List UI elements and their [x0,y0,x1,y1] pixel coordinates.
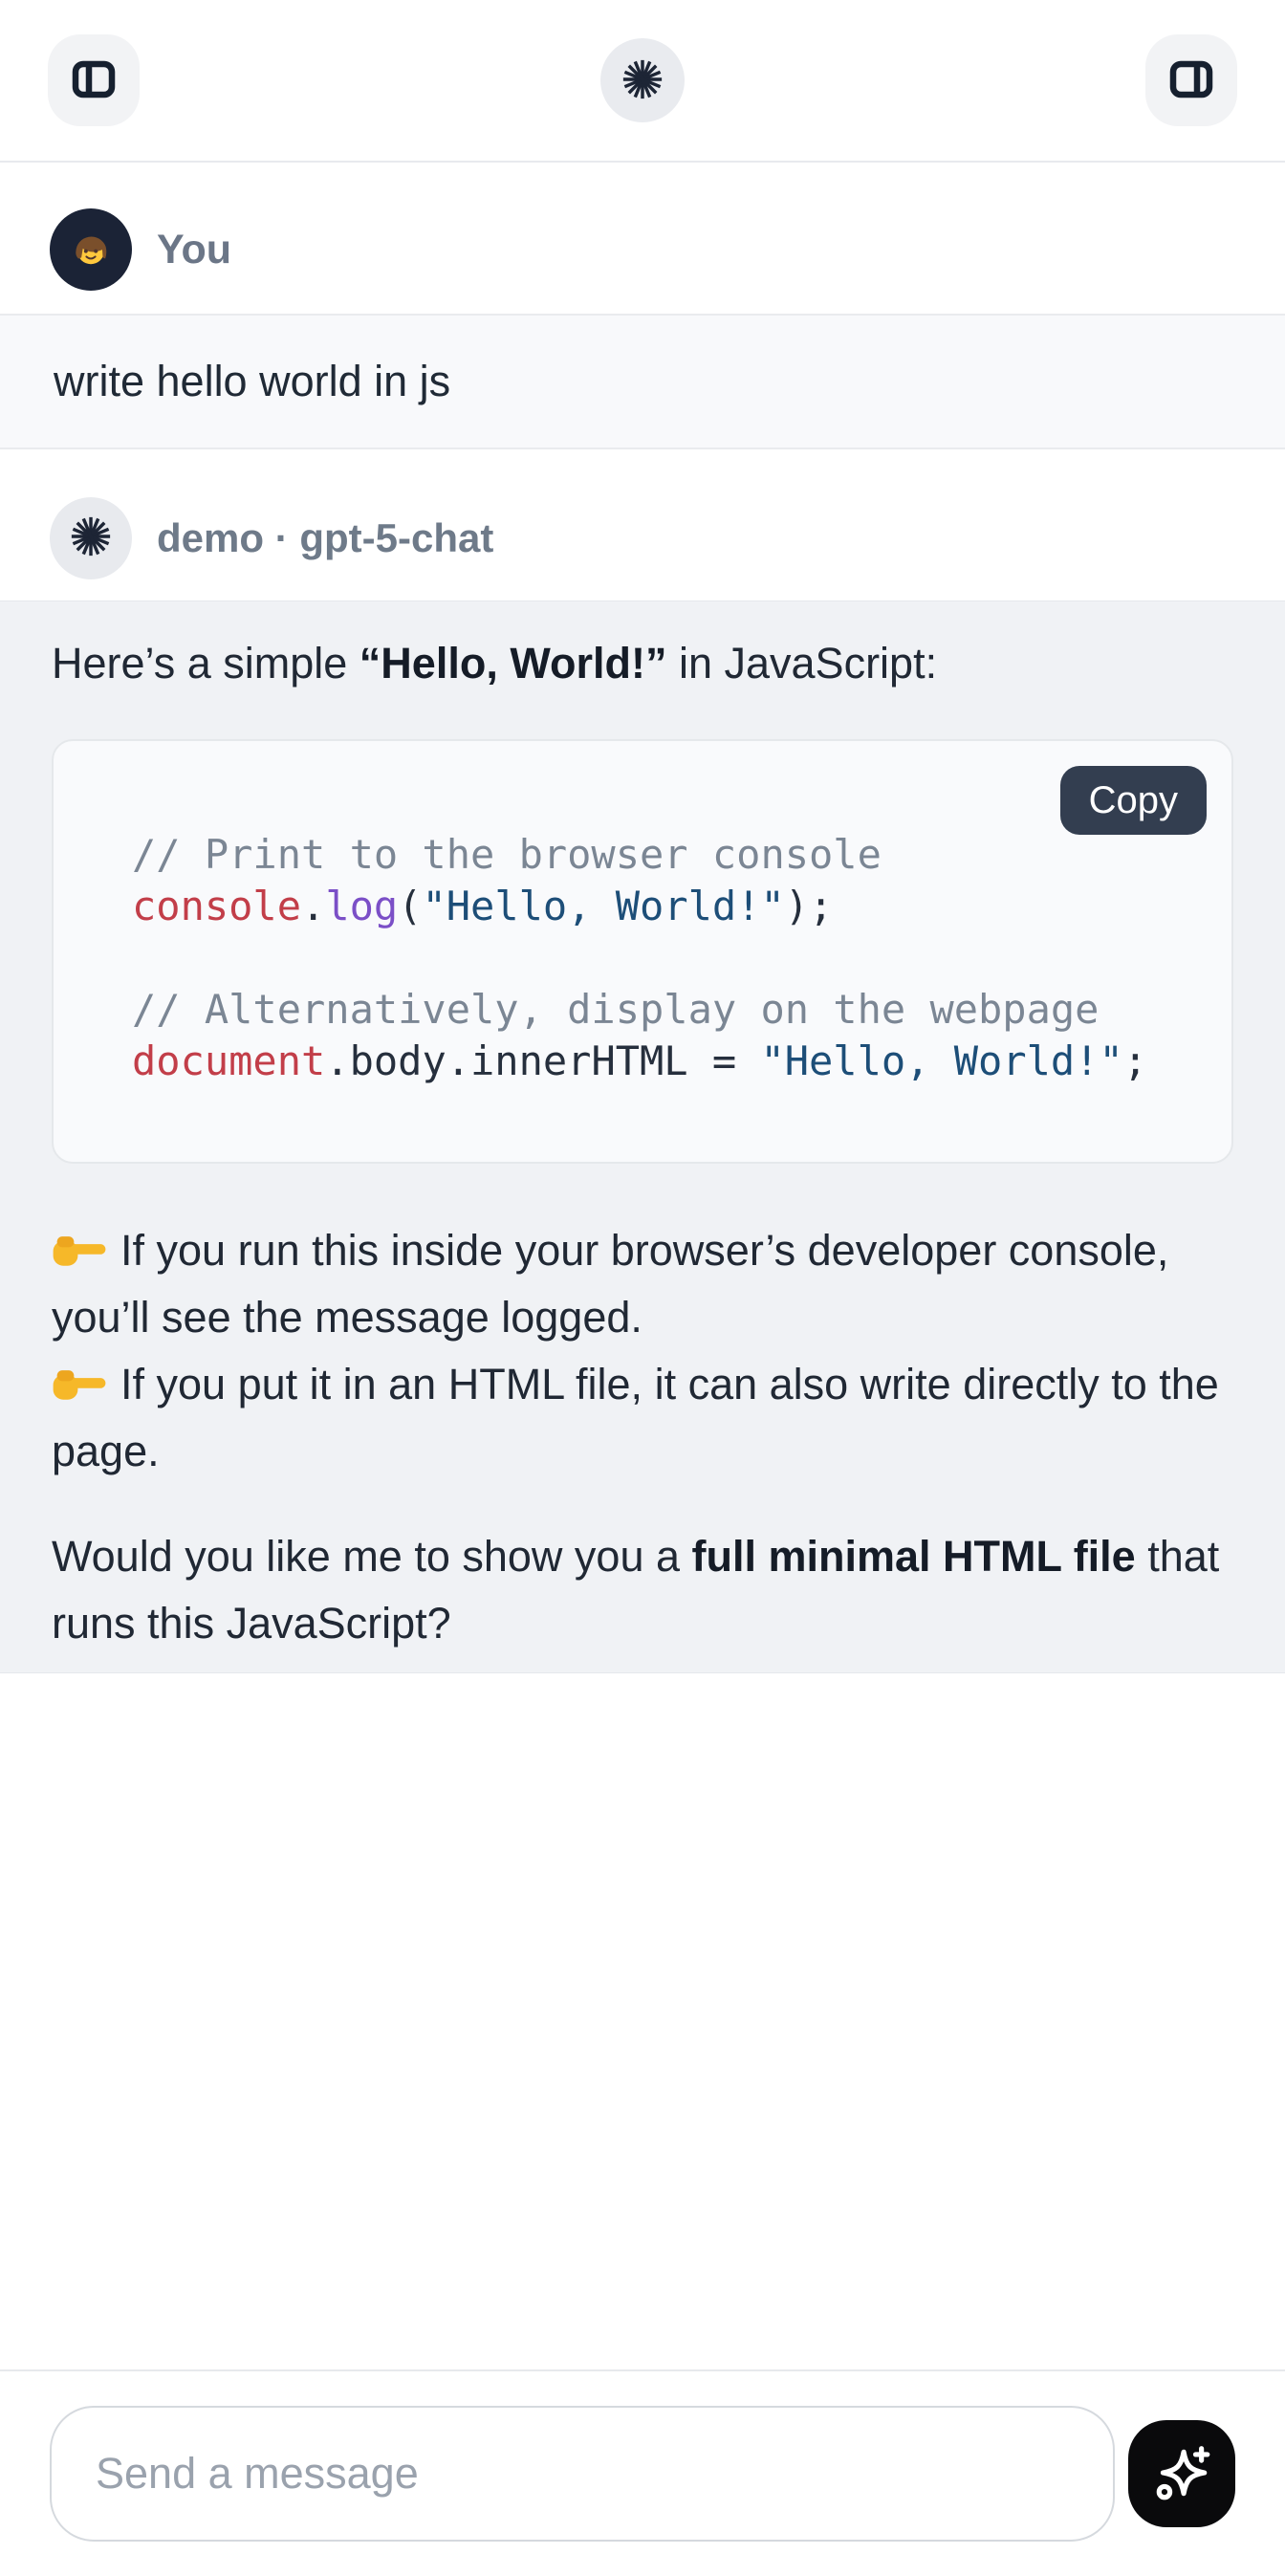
user-role-label: You [157,227,231,273]
user-message-bubble: write hello world in js [0,314,1285,449]
code-content: // Print to the browser consoleconsole.l… [132,829,1193,1087]
assistant-avatar [50,497,132,579]
message-input[interactable] [50,2406,1115,2542]
new-message-button[interactable] [1128,2420,1235,2527]
right-panel-toggle-button[interactable] [1145,34,1237,126]
code-line: console.log("Hello, World!"); [132,881,1193,932]
code-block: Copy // Print to the browser consolecons… [52,739,1233,1164]
panel-left-icon [71,56,117,105]
assistant-intro-paragraph: Here’s a simple “Hello, World!” in JavaS… [52,630,1233,697]
assistant-sender-label: demo · gpt-5-chat [157,515,493,561]
user-message-text: write hello world in js [54,357,450,406]
user-message-header: You [0,163,1285,314]
starburst-icon [621,57,664,104]
user-avatar [50,208,132,291]
composer-bar [0,2369,1285,2576]
sparkle-plus-icon [1150,2441,1213,2507]
person-emoji-icon [67,224,115,276]
code-line: // Alternatively, display on the webpage [132,984,1193,1036]
code-line: // Print to the browser console [132,829,1193,881]
copy-code-button[interactable]: Copy [1060,766,1207,835]
sidebar-toggle-button[interactable] [48,34,140,126]
assistant-message-body: Here’s a simple “Hello, World!” in JavaS… [0,600,1285,1673]
model-avatar-button[interactable] [600,38,685,122]
top-bar [0,0,1285,163]
chat-scroll-area[interactable] [0,1673,1285,2369]
pointing-right-emoji-icon [52,1355,107,1395]
question-bold-text: full minimal HTML file [692,1532,1136,1581]
intro-bold-text: “Hello, World!” [359,639,667,688]
pointing-right-emoji-icon [52,1221,107,1261]
panel-right-icon [1168,56,1214,105]
assistant-question-paragraph: Would you like me to show you a full min… [52,1523,1233,1657]
code-line-blank [132,932,1193,984]
assistant-message-header: demo · gpt-5-chat [0,449,1285,600]
assistant-notes-paragraph: If you run this inside your browser’s de… [52,1217,1233,1485]
starburst-icon [69,514,113,563]
code-line: document.body.innerHTML = "Hello, World!… [132,1036,1193,1087]
